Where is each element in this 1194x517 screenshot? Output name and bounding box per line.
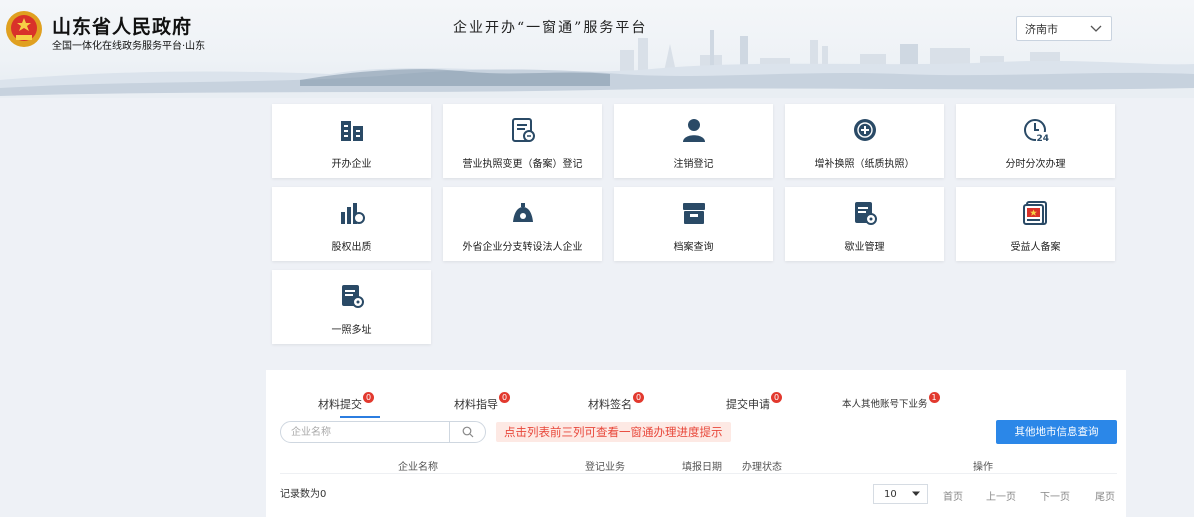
service-tile-suspension[interactable]: 歇业管理	[785, 187, 944, 261]
tab-badge: 0	[499, 392, 510, 403]
business-panel: 材料提交0 材料指导0 材料签名0 提交申请0 本人其他账号下业务1 点击列表前…	[266, 370, 1126, 517]
service-tile-label: 营业执照变更（备案）登记	[462, 159, 583, 170]
clock-24-icon: 24	[1023, 119, 1049, 143]
archive-box-icon	[682, 203, 705, 224]
platform-title: 企业开办“一窗通”服务平台	[453, 20, 648, 36]
company-search	[280, 421, 486, 443]
chevron-down-icon	[912, 491, 920, 496]
city-select[interactable]: 济南市	[1016, 16, 1112, 41]
pagination-prev[interactable]: 上一页	[986, 488, 1016, 503]
document-refresh-icon	[511, 118, 535, 142]
tab-label: 材料签名	[588, 398, 632, 411]
search-button[interactable]	[449, 422, 485, 442]
gov-title: 山东省人民政府	[52, 16, 193, 38]
tab-label: 材料指导	[454, 398, 498, 411]
table-header-divider	[280, 473, 1117, 474]
svg-text:24: 24	[1036, 134, 1049, 143]
service-tile-label: 股权出质	[331, 242, 372, 253]
city-select-value: 济南市	[1025, 22, 1058, 36]
document-gear-icon	[341, 285, 364, 308]
page-size-select[interactable]: 10	[873, 484, 928, 504]
bell-branch-icon	[512, 203, 533, 222]
header-banner: 山东省人民政府 全国一体化在线政务服务平台·山东 企业开办“一窗通”服务平台 济…	[0, 0, 1194, 98]
other-region-query-button[interactable]: 其他地市信息查询	[996, 420, 1117, 444]
column-header-date: 填报日期	[682, 462, 722, 473]
user-icon	[682, 119, 705, 142]
service-tile-label: 档案查询	[673, 242, 714, 253]
chevron-down-icon	[1090, 25, 1102, 32]
service-tile-label: 注销登记	[673, 159, 714, 170]
tab-other-accounts[interactable]: 本人其他账号下业务1	[842, 392, 940, 410]
tab-label: 本人其他账号下业务	[842, 399, 928, 410]
column-header-company: 企业名称	[398, 462, 438, 473]
tab-submit-application[interactable]: 提交申请0	[726, 392, 782, 412]
page-size-value: 10	[884, 488, 897, 500]
pagination-first[interactable]: 首页	[943, 488, 963, 503]
service-tile-timeshare[interactable]: 24 分时分次办理	[956, 104, 1115, 178]
tab-badge: 1	[928, 392, 940, 403]
tab-material-submit[interactable]: 材料提交0	[318, 392, 374, 412]
tab-label: 提交申请	[726, 398, 770, 411]
service-tile-beneficiary[interactable]: 受益人备案	[956, 187, 1115, 261]
company-building-icon	[340, 121, 363, 141]
active-tab-indicator	[340, 416, 380, 418]
tab-material-guide[interactable]: 材料指导0	[454, 392, 510, 412]
service-tile-license-change[interactable]: 营业执照变更（备案）登记	[443, 104, 602, 178]
tab-badge: 0	[363, 392, 374, 403]
pagination-next[interactable]: 下一页	[1040, 488, 1070, 503]
service-tile-open-company[interactable]: 开办企业	[272, 104, 431, 178]
beneficiary-record-icon	[1022, 201, 1047, 225]
plus-circle-icon	[853, 119, 876, 141]
service-tile-label: 增补换照（纸质执照）	[814, 159, 915, 170]
national-emblem-icon	[6, 11, 42, 47]
progress-hint: 点击列表前三列可查看一窗通办理进度提示	[496, 422, 731, 442]
service-tile-label: 分时分次办理	[1005, 159, 1066, 170]
tab-badge: 0	[771, 392, 782, 403]
column-header-status: 办理状态	[742, 462, 782, 473]
tab-label: 材料提交	[318, 398, 362, 411]
pagination-last[interactable]: 尾页	[1095, 488, 1115, 503]
service-tile-label: 开办企业	[331, 159, 372, 170]
service-tile-label: 歇业管理	[844, 242, 885, 253]
service-tile-reissue-license[interactable]: 增补换照（纸质执照）	[785, 104, 944, 178]
service-tile-label: 外省企业分支转设法人企业	[462, 242, 583, 253]
tab-material-sign[interactable]: 材料签名0	[588, 392, 644, 412]
search-icon	[462, 426, 473, 438]
service-tile-label: 一照多址	[331, 325, 372, 336]
service-tile-equity-pledge[interactable]: 股权出质	[272, 187, 431, 261]
gov-subtitle: 全国一体化在线政务服务平台·山东	[52, 41, 206, 52]
document-gear-icon	[854, 202, 877, 225]
service-tile-deregister[interactable]: 注销登记	[614, 104, 773, 178]
column-header-business: 登记业务	[585, 462, 625, 473]
equity-chart-icon	[340, 203, 365, 224]
service-tile-branch-conversion[interactable]: 外省企业分支转设法人企业	[443, 187, 602, 261]
record-count: 记录数为0	[280, 489, 327, 500]
company-search-input[interactable]	[281, 422, 451, 442]
service-tile-archive-query[interactable]: 档案查询	[614, 187, 773, 261]
tab-badge: 0	[633, 392, 644, 403]
service-tile-multi-address[interactable]: 一照多址	[272, 270, 431, 344]
service-tile-label: 受益人备案	[1010, 242, 1061, 253]
column-header-action: 操作	[973, 462, 993, 473]
